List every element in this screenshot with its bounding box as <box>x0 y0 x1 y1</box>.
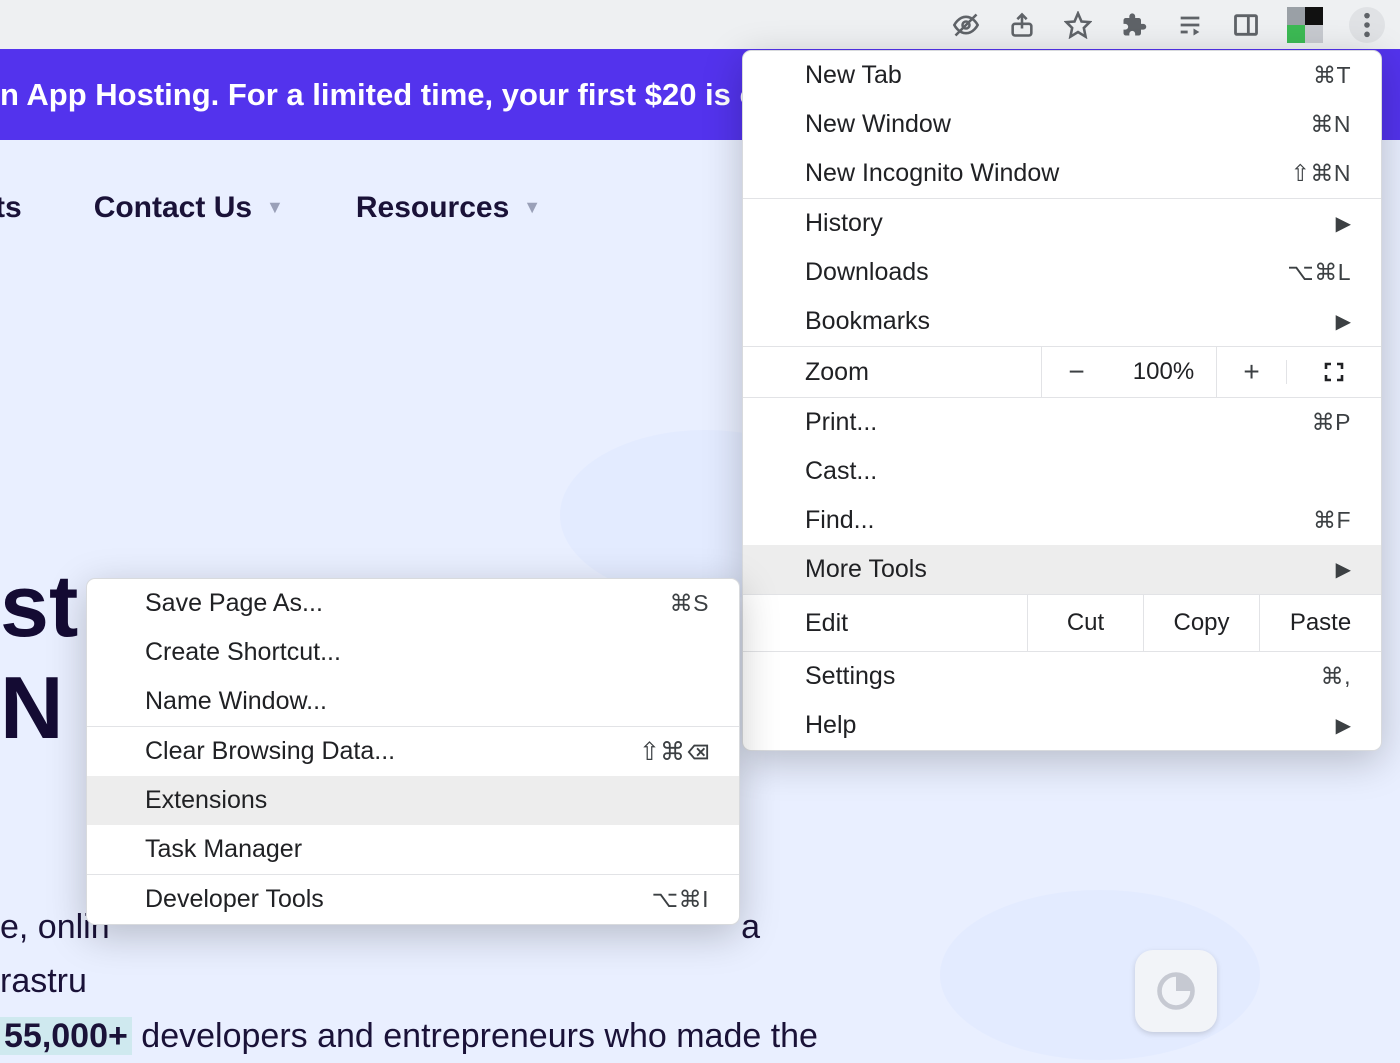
share-icon[interactable] <box>1007 10 1037 40</box>
hide-tracking-icon[interactable] <box>951 10 981 40</box>
edit-paste-button[interactable]: Paste <box>1259 595 1381 651</box>
menu-downloads[interactable]: Downloads⌥⌘L <box>743 248 1381 297</box>
nav-item-contact[interactable]: Contact Us▼ <box>94 191 284 225</box>
menu-edit-row: Edit Cut Copy Paste <box>743 594 1381 652</box>
menu-new-tab[interactable]: New Tab⌘T <box>743 51 1381 100</box>
submenu-developer-tools[interactable]: Developer Tools⌥⌘I <box>87 875 739 924</box>
extensions-puzzle-icon[interactable] <box>1119 10 1149 40</box>
menu-print[interactable]: Print...⌘P <box>743 398 1381 447</box>
hero-headline: st N <box>0 560 78 755</box>
submenu-task-manager[interactable]: Task Manager <box>87 825 739 874</box>
caret-down-icon: ▼ <box>266 197 284 218</box>
shortcut: ⌘F <box>1313 507 1351 534</box>
menu-more-tools[interactable]: More Tools▶ <box>743 545 1381 594</box>
chevron-right-icon: ▶ <box>1336 557 1351 582</box>
shortcut: ⌘S <box>670 590 709 617</box>
promo-banner-text: n App Hosting. For a limited time, your … <box>0 77 831 113</box>
zoom-label: Zoom <box>743 347 1041 397</box>
shortcut: ⌘N <box>1310 111 1351 138</box>
chevron-right-icon: ▶ <box>1336 713 1351 738</box>
chrome-more-tools-submenu: Save Page As...⌘S Create Shortcut... Nam… <box>86 578 740 925</box>
menu-help[interactable]: Help▶ <box>743 701 1381 750</box>
shortcut: ⌥⌘L <box>1287 259 1351 286</box>
star-icon[interactable] <box>1063 10 1093 40</box>
media-controls-icon[interactable] <box>1175 10 1205 40</box>
edit-label: Edit <box>743 595 1027 651</box>
caret-down-icon: ▼ <box>523 197 541 218</box>
menu-cast[interactable]: Cast... <box>743 447 1381 496</box>
shortcut: ⌘T <box>1313 62 1351 89</box>
menu-settings[interactable]: Settings⌘, <box>743 652 1381 701</box>
submenu-extensions[interactable]: Extensions <box>87 776 739 825</box>
submenu-create-shortcut[interactable]: Create Shortcut... <box>87 628 739 677</box>
nav-item-resources[interactable]: Resources▼ <box>356 191 541 225</box>
submenu-save-page[interactable]: Save Page As...⌘S <box>87 579 739 628</box>
edit-cut-button[interactable]: Cut <box>1027 595 1143 651</box>
submenu-name-window[interactable]: Name Window... <box>87 677 739 726</box>
highlight-count: 55,000+ <box>0 1017 132 1055</box>
submenu-clear-browsing-data[interactable]: Clear Browsing Data... ⇧⌘ <box>87 727 739 776</box>
floating-widget-button[interactable] <box>1135 950 1217 1032</box>
shortcut: ⇧⌘ <box>639 737 709 767</box>
edit-copy-button[interactable]: Copy <box>1143 595 1259 651</box>
zoom-value: 100% <box>1111 347 1216 397</box>
menu-bookmarks[interactable]: Bookmarks▶ <box>743 297 1381 346</box>
profile-avatar[interactable] <box>1287 7 1323 43</box>
menu-new-window[interactable]: New Window⌘N <box>743 100 1381 149</box>
chevron-right-icon: ▶ <box>1336 211 1351 236</box>
chrome-main-menu: New Tab⌘T New Window⌘N New Incognito Win… <box>742 50 1382 751</box>
chrome-menu-button[interactable] <box>1349 7 1385 43</box>
fullscreen-button[interactable] <box>1286 360 1381 384</box>
shortcut: ⇧⌘N <box>1291 160 1351 187</box>
menu-zoom-row: Zoom − 100% + <box>743 346 1381 398</box>
menu-history[interactable]: History▶ <box>743 199 1381 248</box>
nav-item-partial[interactable]: ents <box>0 191 22 225</box>
shortcut: ⌥⌘I <box>652 886 709 913</box>
browser-toolbar <box>0 0 1400 49</box>
side-panel-icon[interactable] <box>1231 10 1261 40</box>
zoom-out-button[interactable]: − <box>1041 347 1111 397</box>
menu-find[interactable]: Find...⌘F <box>743 496 1381 545</box>
menu-new-incognito[interactable]: New Incognito Window⇧⌘N <box>743 149 1381 198</box>
shortcut: ⌘P <box>1312 409 1351 436</box>
chevron-right-icon: ▶ <box>1336 309 1351 334</box>
zoom-in-button[interactable]: + <box>1216 347 1286 397</box>
shortcut: ⌘, <box>1321 663 1351 690</box>
